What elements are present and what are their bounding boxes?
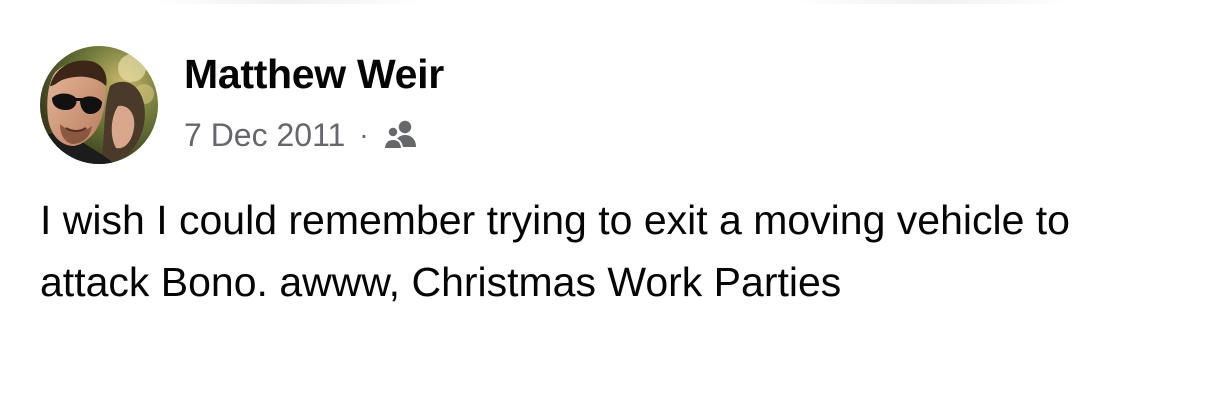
- avatar[interactable]: [40, 46, 158, 164]
- meta-separator: ·: [359, 119, 369, 150]
- post-card: Matthew Weir 7 Dec 2011 · I wish I could…: [0, 0, 1220, 404]
- divider: [150, 0, 1070, 4]
- post-date[interactable]: 7 Dec 2011: [184, 114, 345, 156]
- post-text: I wish I could remember trying to exit a…: [40, 197, 1070, 305]
- friends-icon[interactable]: [382, 119, 419, 151]
- post-meta: 7 Dec 2011 ·: [184, 114, 419, 156]
- profile-photo-icon: [40, 46, 158, 164]
- friends-icon-glyph: [382, 120, 416, 150]
- author-name[interactable]: Matthew Weir: [184, 49, 444, 99]
